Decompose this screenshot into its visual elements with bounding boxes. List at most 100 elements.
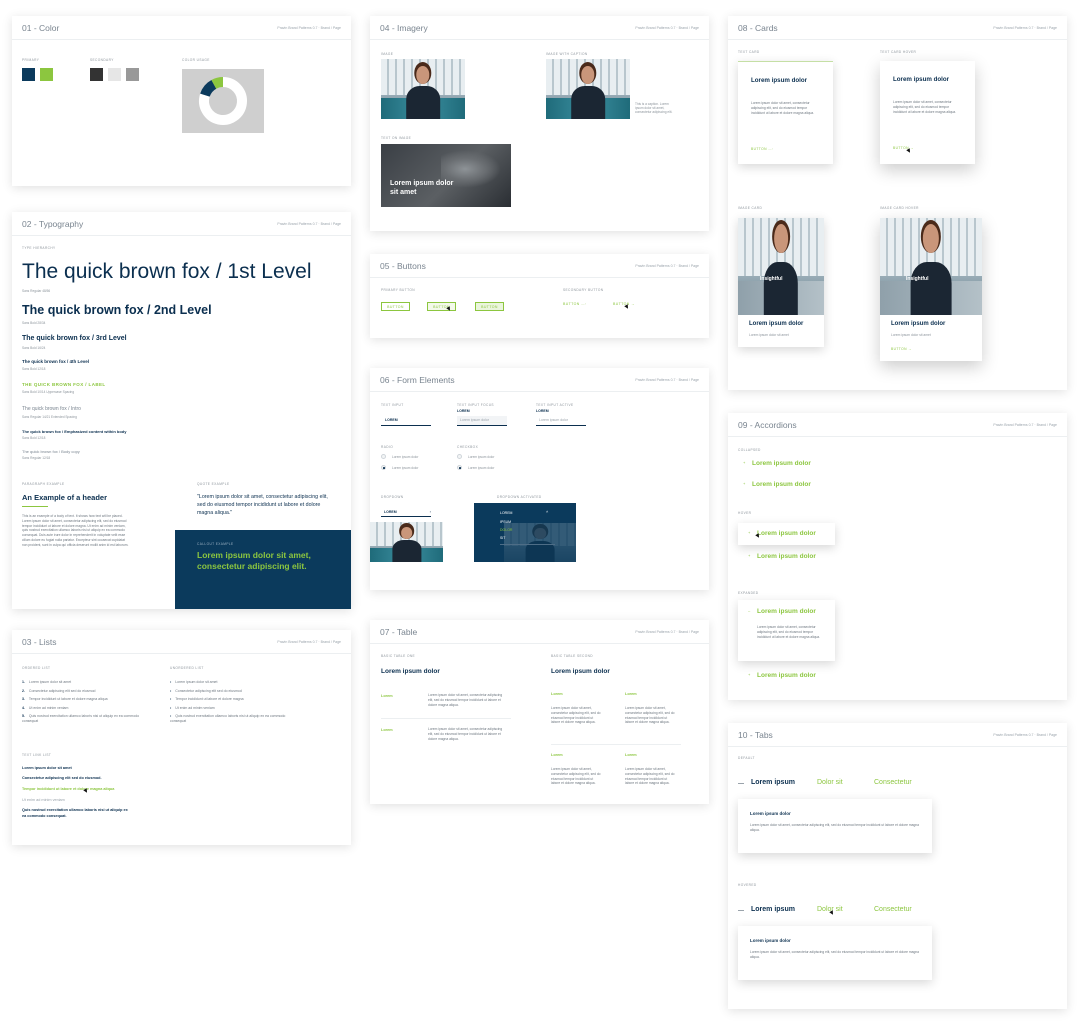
color-swatch [126,68,139,81]
donut-segment [200,79,217,98]
portrait-image [381,59,465,119]
card-button[interactable]: BUTTON → [891,347,912,351]
portrait-image: Insightful [738,218,824,315]
list-item: • Quis nostrud exercitation ullamco labor… [170,714,290,723]
accordion-item-hover[interactable]: + Lorem ipsum dolor [738,523,835,545]
panel-heading: Lorem ipsum dolor [750,938,791,943]
tab[interactable]: Consectetur [874,779,912,786]
card-meta: Pravin Brand Patterns 0.7 · Brand / Page [635,377,699,382]
text-card-hover[interactable]: Lorem ipsum dolor Lorem ipsum dolor sit … [880,61,975,164]
accordion-item[interactable]: Lorem ipsum dolor [752,460,811,467]
text-card[interactable]: Lorem ipsum dolor Lorem ipsum dolor sit … [738,61,833,164]
link-item[interactable]: Quis nostrud exercitation ullamco labori… [22,808,132,819]
card-header: 10 - Tabs Pravin Brand Patterns 0.7 · Br… [728,723,1067,747]
type-hierarchy-label: TYPE HIERARCHY [22,246,56,250]
multi-table-label: BASIC TABLE SECOND [551,654,593,658]
tab-indicator [738,910,744,911]
type-emphasis-level: The quick brown fox / Emphasized content… [22,429,127,434]
card-meta: Pravin Brand Patterns 0.7 · Brand / Page [993,25,1057,30]
dropdown-activated-label: DROPDOWN ACTIVATED [497,495,542,499]
table-cell: Lorem ipsum dolor sit amet, consectetur … [428,727,503,741]
tab[interactable]: Consectetur [874,906,912,913]
dropdown-open[interactable]: LOREM ˄ IPSUM DOLOR SIT [474,503,576,562]
dropdown-option[interactable]: IPSUM [500,520,511,524]
card-header: 06 - Form Elements Pravin Brand Patterns… [370,368,709,392]
color-card: 01 - Color Pravin Brand Patterns 0.7 · B… [12,16,351,186]
text-card-hover-label: TEXT CARD HOVER [880,50,917,54]
text-input[interactable]: LOREM [381,416,431,426]
color-usage-donut [199,77,247,125]
link-item[interactable]: Lorem ipsum dolor sit amet [22,766,72,770]
primary-button-label: PRIMARY BUTTON [381,288,415,292]
type-level-2: The quick brown fox / 2nd Level [22,303,212,317]
link-list-label: TEXT LINK LIST [22,753,52,757]
panel-body: Lorem ipsum dolor sit amet, consectetur … [750,823,919,832]
table-heading: Lorem ipsum dolor [551,668,610,675]
list-number: 1. [22,680,25,684]
card-button[interactable]: BUTTON —› [751,147,773,151]
card-title: 01 - Color [22,22,60,33]
usage-label: COLOR USAGE [182,58,210,62]
portrait-image: Insightful [880,218,982,315]
list-item-text: Tempor incididunt ut labore et dolore ma… [175,697,244,701]
type-body-level: The quick brown fox / Body copy [22,449,80,454]
table-key: Lorem [381,728,393,732]
dropdown-option[interactable]: SIT [500,536,505,540]
dropdown-option-hover[interactable]: DOLOR [500,528,512,532]
card-body: Lorem ipsum dolor sit amet, consectetur … [751,101,815,115]
tab[interactable]: Dolor sit [817,779,843,786]
secondary-button[interactable]: BUTTON —› [563,302,587,306]
accordion-item[interactable]: Lorem ipsum dolor [757,672,816,679]
card-header: 05 - Buttons Pravin Brand Patterns 0.7 ·… [370,254,709,278]
dropdown-label: DROPDOWN [381,495,404,499]
primary-button-active[interactable]: BUTTON [475,302,504,311]
plus-icon: + [748,672,751,677]
radio-option-label: Lorem ipsum dolor [392,455,419,459]
basic-table-label: BASIC TABLE ONE [381,654,416,658]
card-title: 05 - Buttons [380,260,426,271]
color-swatch [90,68,103,81]
focused-text-input[interactable]: Lorem ipsum dolor [457,416,507,426]
card-header: 08 - Cards Pravin Brand Patterns 0.7 · B… [728,16,1067,40]
list-item-text: Lorem ipsum dolor sit amet [28,680,72,684]
image-card-hover[interactable]: Insightful Lorem ipsum dolor Lorem ipsum… [880,218,982,361]
table-cell: Lorem ipsum dolor sit amet, consectetur … [625,706,675,725]
card-title: 02 - Typography [22,218,84,229]
portrait-image [370,522,443,562]
hovered-label: HOVERED [738,883,757,887]
type-note: Sans Bold 16/24 [22,346,46,350]
tab-indicator [738,783,744,784]
tab-active[interactable]: Lorem ipsum [751,779,795,786]
table-divider [381,718,511,719]
card-meta: Pravin Brand Patterns 0.7 · Brand / Page [635,629,699,634]
dropdown-option[interactable]: LOREM [500,511,512,515]
link-item-visited[interactable]: Ut enim ad minim veniam [22,798,65,802]
quote-label: QUOTE EXAMPLE [197,482,230,486]
tab-active[interactable]: Lorem ipsum [751,906,795,913]
card-heading: Lorem ipsum dolor [749,321,804,327]
dropdown[interactable]: LOREM › [381,509,431,517]
accordion-item[interactable]: Lorem ipsum dolor [752,481,811,488]
active-text-input[interactable]: Lorem ipsum dolor [536,416,586,426]
type-note: Sans Regular 12/18 [22,456,51,460]
list-item: • Ut enim ad minim veniam [170,706,290,711]
card-meta: Pravin Brand Patterns 0.7 · Brand / Page [277,25,341,30]
accordion-item[interactable]: Lorem ipsum dolor [757,553,816,560]
radio-button[interactable] [381,454,386,459]
text-input-label: TEXT INPUT [381,403,404,407]
card-title: 07 - Table [380,626,418,637]
accordion-item-expanded[interactable]: – Lorem ipsum dolor Lorem ipsum dolor si… [738,600,835,661]
list-item: 4. Ut enim ad minim veniam [22,706,142,711]
primary-button[interactable]: BUTTON [381,302,410,311]
quote-text: "Lorem ipsum dolor sit amet, consectetur… [197,494,328,516]
card-header: 01 - Color Pravin Brand Patterns 0.7 · B… [12,16,351,40]
checkbox-checked[interactable] [457,465,462,470]
link-item[interactable]: Consectetur adipiscing elit sed do eiusm… [22,776,102,780]
checkbox[interactable] [457,454,462,459]
radio-button-selected[interactable] [381,465,386,470]
link-item-hover[interactable]: Tempor incididunt ut labore et dolore ma… [22,787,114,791]
paragraph-rule [22,506,48,507]
image-card[interactable]: Insightful Lorem ipsum dolor Lorem ipsum… [738,218,824,347]
table-cell: Lorem ipsum dolor sit amet, consectetur … [551,767,601,786]
input-placeholder: Lorem ipsum dolor [539,418,568,422]
